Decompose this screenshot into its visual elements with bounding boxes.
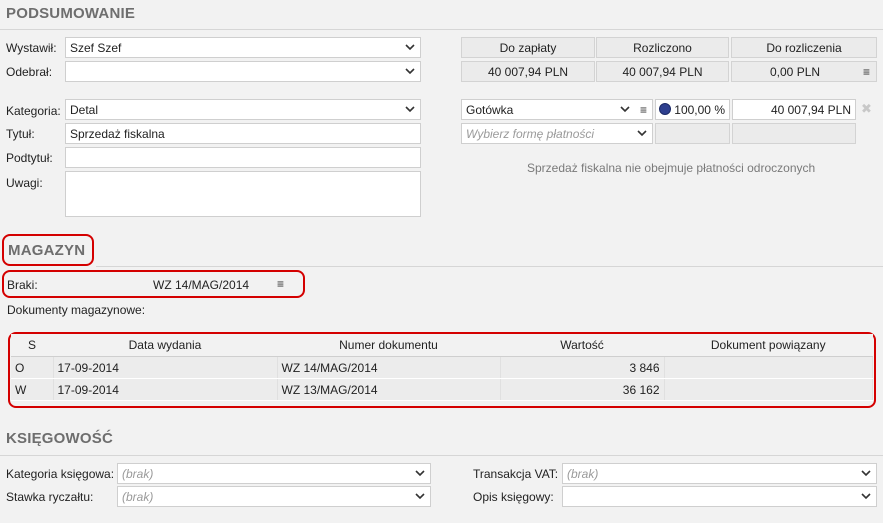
fiscal-sale-note: Sprzedaż fiskalna nie obejmuje płatności… [527,161,816,175]
table-row[interactable]: O 17-09-2014 WZ 14/MAG/2014 3 846 [11,356,873,379]
category-value: Detal [70,103,99,117]
cell-s: O [11,356,54,379]
chevron-down-icon [861,490,871,502]
received-label: Odebrał: [6,65,53,79]
chevron-down-icon [405,41,415,53]
column-header-value[interactable]: Wartość [500,334,664,357]
payment-method-value: Gotówka [466,103,514,117]
menu-icon[interactable]: ≡ [863,65,870,79]
chevron-down-icon [637,127,647,139]
cell-value: 36 162 [500,378,665,401]
cell-number: WZ 14/MAG/2014 [277,356,501,379]
vat-transaction-value: (brak) [567,467,599,481]
accounting-category-select[interactable]: (brak) [117,463,431,484]
new-payment-percent-empty [655,123,730,144]
cell-date: 17-09-2014 [53,356,278,379]
warehouse-title-highlight [2,234,94,266]
subtitle-label: Podtytuł: [6,151,53,165]
notes-label: Uwagi: [6,176,43,190]
chevron-down-icon [415,490,425,502]
summary-section-title: PODSUMOWANIE [6,5,136,22]
cell-date: 17-09-2014 [53,378,278,401]
cell-number: WZ 13/MAG/2014 [277,378,501,401]
flat-rate-label: Stawka ryczałtu: [6,490,94,504]
issued-label: Wystawił: [6,41,57,55]
accounting-divider [0,455,883,456]
cell-s: W [11,378,54,401]
new-payment-placeholder: Wybierz formę płatności [466,127,595,141]
column-header-date[interactable]: Data wydania [53,334,277,357]
category-select[interactable]: Detal [65,99,421,120]
subtitle-input[interactable] [65,147,421,168]
warehouse-docs-table: S Data wydania Numer dokumentu Wartość D… [11,334,873,401]
menu-icon[interactable]: ≡ [277,277,284,291]
table-header-row: S Data wydania Numer dokumentu Wartość D… [11,334,873,357]
settled-header: Rozliczono [596,37,729,58]
chevron-down-icon [405,65,415,77]
to-settle-amount: 0,00 PLN [770,65,821,79]
table-row[interactable]: W 17-09-2014 WZ 13/MAG/2014 36 162 [11,378,873,401]
remove-payment-icon[interactable]: ✖ [861,101,872,117]
cell-value: 3 846 [500,356,665,379]
accounting-desc-select[interactable] [562,486,877,507]
chevron-down-icon [620,103,630,115]
vat-transaction-select[interactable]: (brak) [562,463,877,484]
title-input[interactable]: Sprzedaż fiskalna [65,123,421,144]
column-header-number[interactable]: Numer dokumentu [277,334,500,357]
accounting-section-title: KSIĘGOWOŚĆ [6,430,114,447]
to-pay-value: 40 007,94 PLN [461,61,595,82]
payment-percent-field[interactable]: 100,00 % [655,99,730,120]
summary-divider [0,29,883,30]
new-payment-select[interactable]: Wybierz formę płatności [461,123,653,144]
payment-method-select[interactable]: Gotówka ≡ [461,99,653,120]
flat-rate-value: (brak) [122,490,154,504]
cell-linked [664,378,873,401]
menu-icon[interactable]: ≡ [640,103,647,117]
notes-textarea[interactable] [65,171,421,217]
warehouse-docs-label: Dokumenty magazynowe: [7,303,146,317]
column-header-linked[interactable]: Dokument powiązany [664,334,873,357]
flat-rate-select[interactable]: (brak) [117,486,431,507]
issued-value: Szef Szef [70,41,122,55]
title-label: Tytuł: [6,127,35,141]
chevron-down-icon [405,103,415,115]
to-pay-header: Do zapłaty [461,37,595,58]
column-header-s[interactable]: S [11,334,53,357]
chevron-down-icon [861,467,871,479]
accounting-category-label: Kategoria księgowa: [6,467,115,481]
payment-percent: 100,00 % [674,103,725,117]
new-payment-amount-empty [732,123,856,144]
cell-linked [664,356,873,379]
to-settle-value: 0,00 PLN ≡ [731,61,877,82]
accounting-category-value: (brak) [122,467,154,481]
payment-amount-field[interactable]: 40 007,94 PLN [732,99,856,120]
shortages-label: Braki: [7,278,38,292]
category-label: Kategoria: [6,104,61,118]
settled-value: 40 007,94 PLN [596,61,729,82]
issued-select[interactable]: Szef Szef [65,37,421,58]
accounting-desc-label: Opis księgowy: [473,490,554,504]
to-settle-header: Do rozliczenia [731,37,877,58]
payment-dot-icon [659,103,671,115]
shortages-link[interactable]: WZ 14/MAG/2014 [153,278,249,292]
chevron-down-icon [415,467,425,479]
received-select[interactable] [65,61,421,82]
vat-transaction-label: Transakcja VAT: [473,467,559,481]
warehouse-divider [96,266,883,267]
